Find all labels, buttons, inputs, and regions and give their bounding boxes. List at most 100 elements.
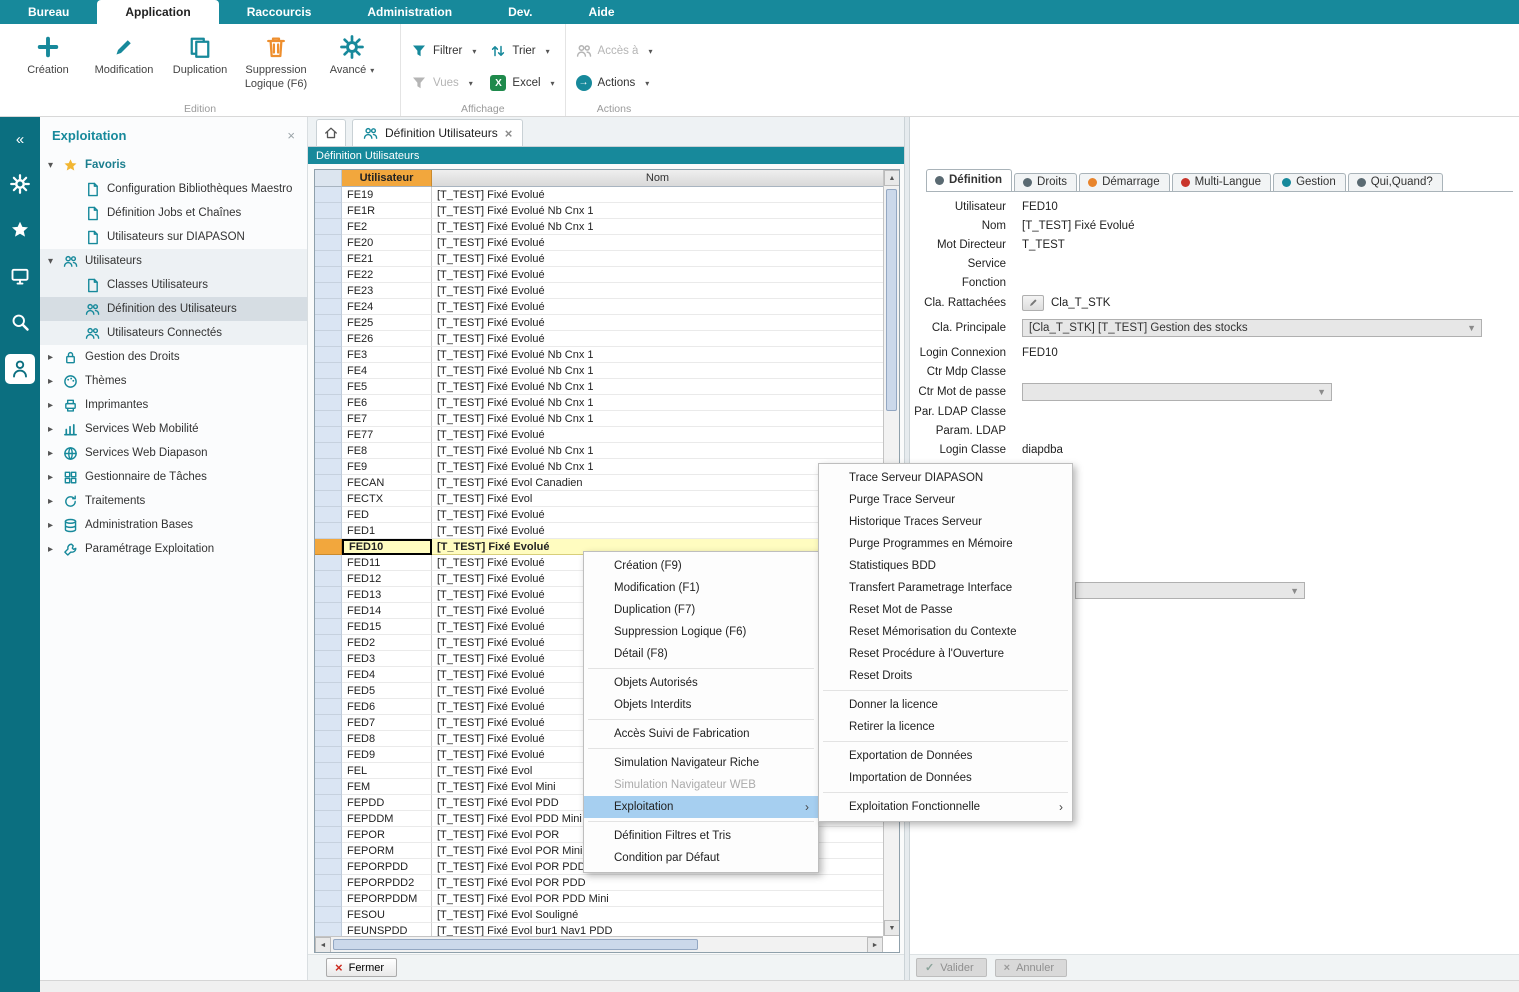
name-cell[interactable]: [T_TEST] Fixé Evolué Nb Cnx 1 <box>432 411 883 427</box>
empty-dropdown[interactable]: ▼ <box>1075 582 1305 599</box>
trier-button[interactable]: Trier▾ <box>490 43 554 59</box>
tree-expand-arrow-icon[interactable]: ▸ <box>48 424 63 435</box>
table-row[interactable]: FESOU [T_TEST] Fixé Evol Souligné <box>315 907 883 923</box>
mot-directeur-value[interactable]: T_TEST <box>1022 239 1065 251</box>
modification-button[interactable]: Modification <box>86 29 162 95</box>
context-menu-item[interactable]: Duplication (F7) <box>584 599 818 621</box>
context-menu-item[interactable]: Détail (F8) <box>584 643 818 665</box>
user-cell[interactable]: FED3 <box>342 651 432 667</box>
context-menu-item[interactable]: Exploitation › <box>584 796 818 818</box>
tree-expand-arrow-icon[interactable]: ▸ <box>48 496 63 507</box>
avance-button[interactable]: Avancé▾ <box>314 29 390 95</box>
user-cell[interactable]: FEUNSPDD <box>342 923 432 936</box>
row-selector-cell[interactable] <box>315 459 342 475</box>
detail-tab[interactable]: Définition <box>926 169 1012 191</box>
row-selector-cell[interactable] <box>315 331 342 347</box>
table-row[interactable]: FE77 [T_TEST] Fixé Evolué <box>315 427 883 443</box>
user-cell[interactable]: FED15 <box>342 619 432 635</box>
name-cell[interactable]: [T_TEST] Fixé Evol bur1 Nav1 PDD <box>432 923 883 936</box>
name-cell[interactable]: [T_TEST] Fixé Evolué Nb Cnx 1 <box>432 347 883 363</box>
detail-tab[interactable]: Multi-Langue <box>1172 173 1271 191</box>
name-cell[interactable]: [T_TEST] Fixé Evol <box>432 491 883 507</box>
user-cell[interactable]: FED10 <box>342 539 432 555</box>
row-selector-cell[interactable] <box>315 443 342 459</box>
user-cell[interactable]: FED1 <box>342 523 432 539</box>
tree-expand-arrow-icon[interactable]: ▾ <box>48 256 63 267</box>
monitor-icon[interactable] <box>10 266 30 286</box>
scroll-up-icon[interactable] <box>884 170 900 186</box>
context-menu-item[interactable] <box>588 819 814 824</box>
row-selector-cell[interactable] <box>315 427 342 443</box>
row-selector-cell[interactable] <box>315 651 342 667</box>
table-row[interactable]: FED [T_TEST] Fixé Evolué <box>315 507 883 523</box>
user-cell[interactable]: FED9 <box>342 747 432 763</box>
tree-expand-arrow-icon[interactable]: ▾ <box>48 160 63 171</box>
context-menu-item[interactable]: Création (F9) <box>584 555 818 577</box>
name-cell[interactable]: [T_TEST] Fixé Evolué Nb Cnx 1 <box>432 203 883 219</box>
user-cell[interactable]: FECAN <box>342 475 432 491</box>
name-cell[interactable]: [T_TEST] Fixé Evolué Nb Cnx 1 <box>432 219 883 235</box>
row-selector-cell[interactable] <box>315 795 342 811</box>
context-menu-item[interactable]: Objets Autorisés <box>584 672 818 694</box>
row-selector-cell[interactable] <box>315 379 342 395</box>
user-cell[interactable]: FEL <box>342 763 432 779</box>
row-selector-cell[interactable] <box>315 747 342 763</box>
user-cell[interactable]: FEPORPDDM <box>342 891 432 907</box>
user-cell[interactable]: FED <box>342 507 432 523</box>
sidebar-tree-item[interactable]: ▸ Gestion des Droits <box>40 345 307 369</box>
header-selector-cell[interactable] <box>315 170 342 187</box>
row-selector-cell[interactable] <box>315 891 342 907</box>
table-row[interactable]: FE21 [T_TEST] Fixé Evolué <box>315 251 883 267</box>
name-cell[interactable]: [T_TEST] Fixé Evolué Nb Cnx 1 <box>432 395 883 411</box>
sidebar-tree-item[interactable]: Configuration Bibliothèques Maestro <box>40 177 307 201</box>
table-row[interactable]: FECTX [T_TEST] Fixé Evol <box>315 491 883 507</box>
name-cell[interactable]: [T_TEST] Fixé Evolué <box>432 187 883 203</box>
table-row[interactable]: FE7 [T_TEST] Fixé Evolué Nb Cnx 1 <box>315 411 883 427</box>
context-menu-item[interactable] <box>588 717 814 722</box>
name-cell[interactable]: [T_TEST] Fixé Evolué <box>432 331 883 347</box>
table-row[interactable]: FE9 [T_TEST] Fixé Evolué Nb Cnx 1 <box>315 459 883 475</box>
submenu-item[interactable]: Transfert Parametrage Interface <box>819 577 1072 599</box>
sidebar-tree-item[interactable]: ▾ Favoris <box>40 153 307 177</box>
row-selector-cell[interactable] <box>315 843 342 859</box>
context-menu-item[interactable] <box>588 666 814 671</box>
context-menu-item[interactable]: Modification (F1) <box>584 577 818 599</box>
user-cell[interactable]: FED11 <box>342 555 432 571</box>
row-selector-cell[interactable] <box>315 267 342 283</box>
table-row[interactable]: FECAN [T_TEST] Fixé Evol Canadien <box>315 475 883 491</box>
table-row[interactable]: FEUNSPDD [T_TEST] Fixé Evol bur1 Nav1 PD… <box>315 923 883 936</box>
submenu-item[interactable]: Donner la licence <box>819 694 1072 716</box>
user-cell[interactable]: FE19 <box>342 187 432 203</box>
user-cell[interactable]: FED2 <box>342 635 432 651</box>
submenu-item[interactable]: Historique Traces Serveur <box>819 511 1072 533</box>
row-selector-cell[interactable] <box>315 283 342 299</box>
gear-icon[interactable] <box>10 174 30 194</box>
user-cell[interactable]: FE22 <box>342 267 432 283</box>
row-selector-cell[interactable] <box>315 715 342 731</box>
user-cell[interactable]: FED7 <box>342 715 432 731</box>
name-cell[interactable]: [T_TEST] Fixé Evol POR PDD <box>432 875 883 891</box>
table-row[interactable]: FE1R [T_TEST] Fixé Evolué Nb Cnx 1 <box>315 203 883 219</box>
utilisateur-value[interactable]: FED10 <box>1022 201 1058 213</box>
header-nom[interactable]: Nom <box>432 170 883 187</box>
scroll-down-icon[interactable] <box>884 920 900 936</box>
row-selector-cell[interactable] <box>315 491 342 507</box>
name-cell[interactable]: [T_TEST] Fixé Evolué <box>432 267 883 283</box>
row-selector-cell[interactable] <box>315 587 342 603</box>
user-cell[interactable]: FEPORPDD2 <box>342 875 432 891</box>
submenu-item[interactable]: Reset Droits <box>819 665 1072 687</box>
context-menu-item[interactable]: Simulation Navigateur Riche <box>584 752 818 774</box>
user-cell[interactable]: FE3 <box>342 347 432 363</box>
sidebar-tree-item[interactable]: Classes Utilisateurs <box>40 273 307 297</box>
annuler-button[interactable]: × Annuler <box>995 959 1067 977</box>
sidebar-tree-item[interactable]: Définition Jobs et Chaînes <box>40 201 307 225</box>
row-selector-cell[interactable] <box>315 667 342 683</box>
filtrer-button[interactable]: Filtrer▾ <box>411 43 476 59</box>
row-selector-cell[interactable] <box>315 235 342 251</box>
row-selector-cell[interactable] <box>315 875 342 891</box>
user-cell[interactable]: FE1R <box>342 203 432 219</box>
tree-expand-arrow-icon[interactable]: ▸ <box>48 520 63 531</box>
row-selector-cell[interactable] <box>315 555 342 571</box>
scroll-left-icon[interactable] <box>315 937 331 953</box>
row-selector-cell[interactable] <box>315 347 342 363</box>
